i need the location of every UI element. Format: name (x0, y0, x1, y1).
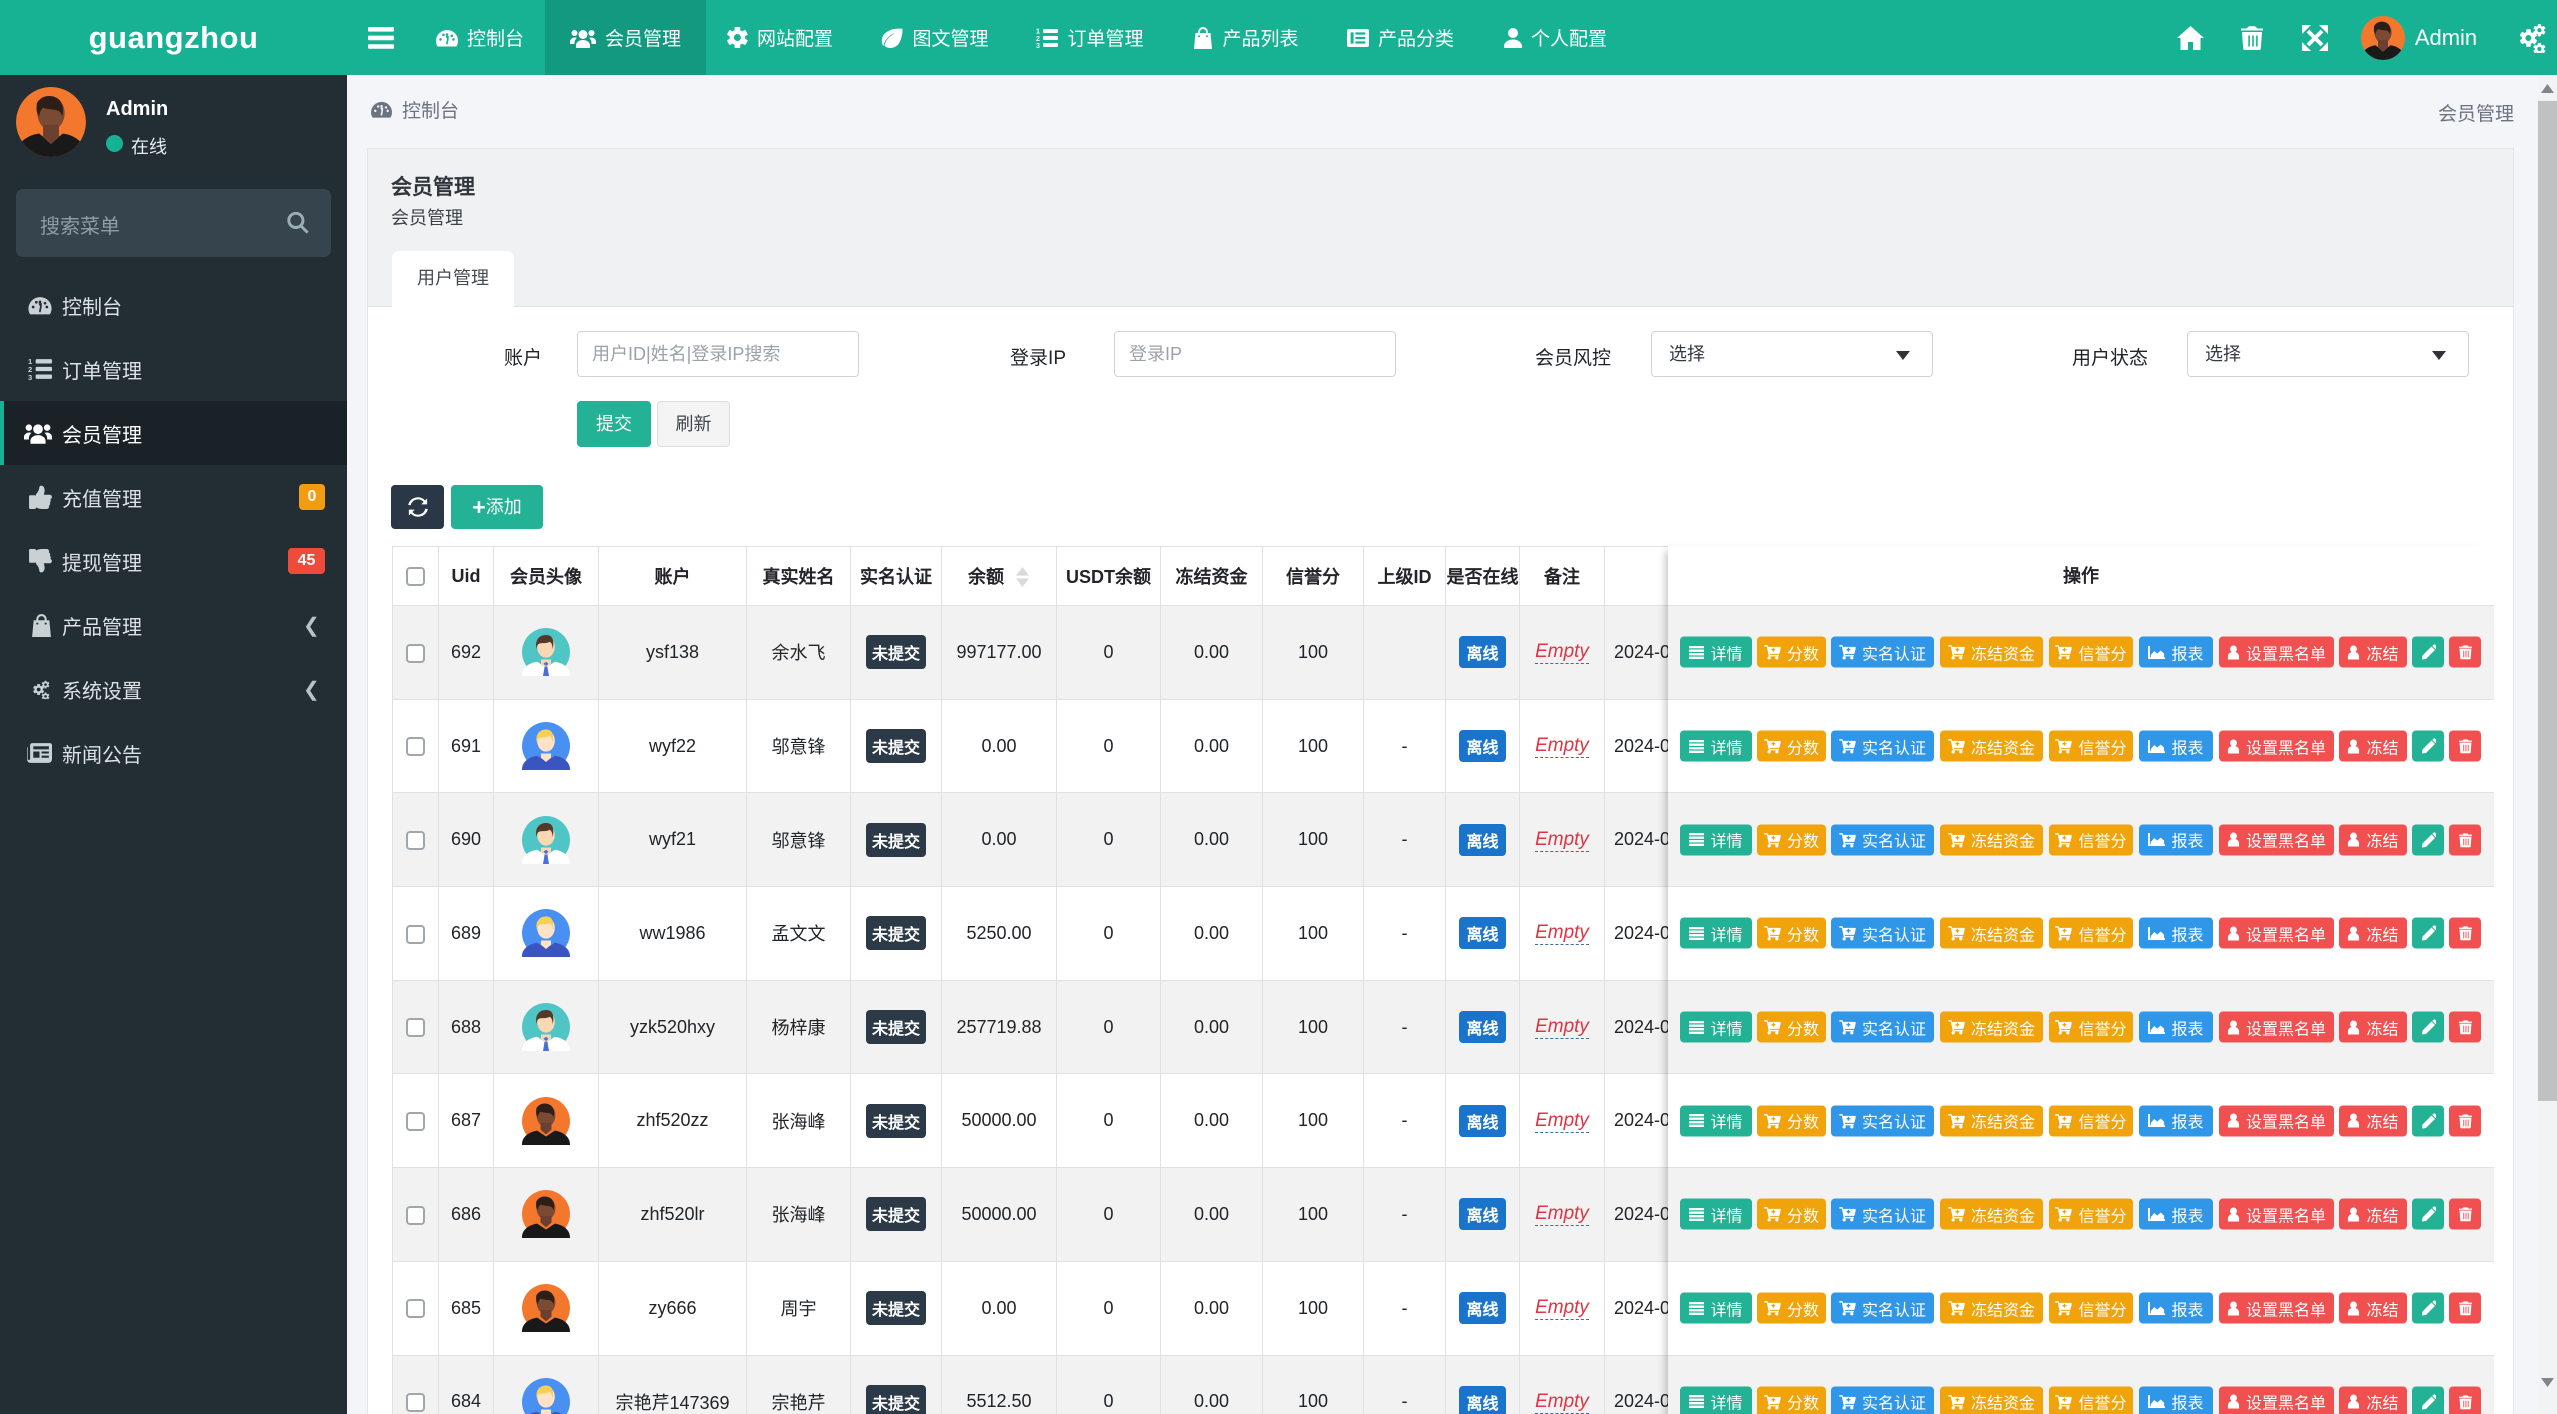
svg-text:3: 3 (28, 373, 32, 380)
svg-text:3: 3 (1036, 43, 1040, 48)
svg-text:1: 1 (1036, 28, 1040, 35)
svg-text:2: 2 (1036, 35, 1040, 42)
